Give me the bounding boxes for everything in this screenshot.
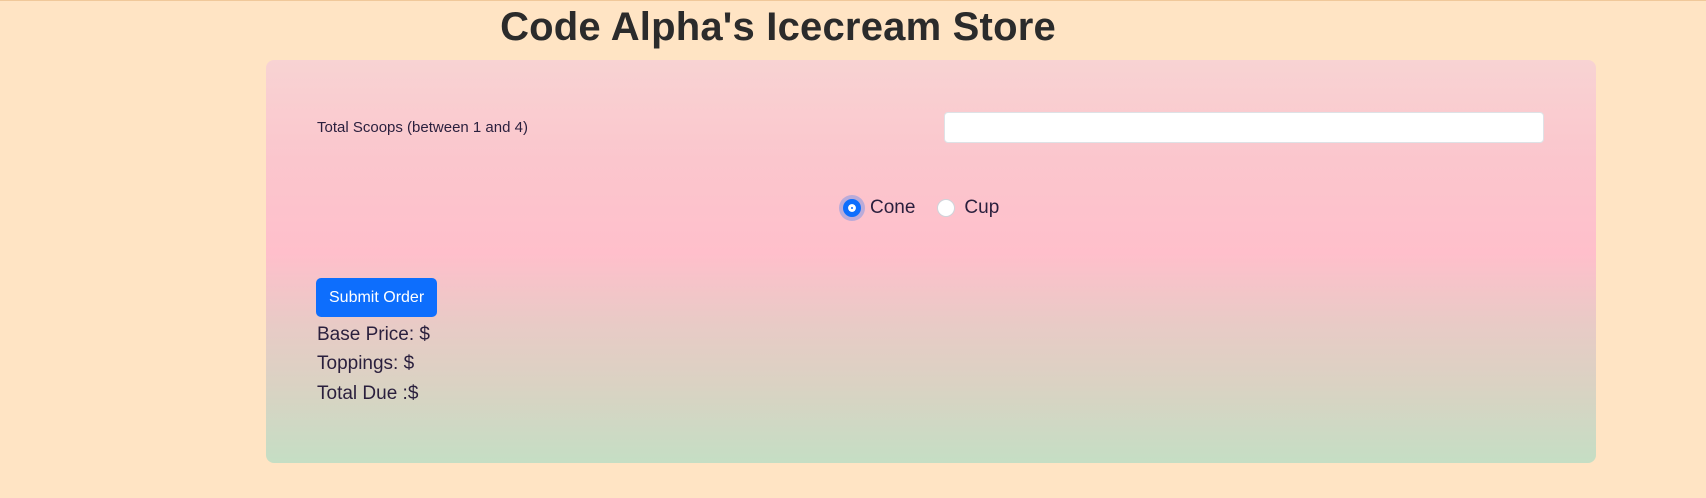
cone-radio-label[interactable]: Cone <box>870 197 915 219</box>
submit-order-button[interactable]: Submit Order <box>316 278 438 317</box>
cone-radio-option[interactable]: Cone <box>843 197 915 219</box>
base-price-text: Base Price: $ <box>317 324 430 345</box>
scoops-label: Total Scoops (between 1 and 4) <box>317 119 528 136</box>
toppings-text: Toppings: $ <box>317 353 415 374</box>
cup-radio-option[interactable]: Cup <box>937 197 999 219</box>
total-due-text: Total Due :$ <box>317 383 419 404</box>
cup-radio-button[interactable] <box>937 199 956 217</box>
scoops-input[interactable] <box>944 112 1544 143</box>
page-title: Code Alpha's Icecream Store <box>500 5 1056 49</box>
order-form-card: Total Scoops (between 1 and 4) Cone Cup … <box>266 60 1596 463</box>
container-radio-group: Cone Cup <box>843 197 1021 219</box>
cup-radio-label[interactable]: Cup <box>964 197 999 219</box>
cone-radio-button[interactable] <box>843 199 861 217</box>
